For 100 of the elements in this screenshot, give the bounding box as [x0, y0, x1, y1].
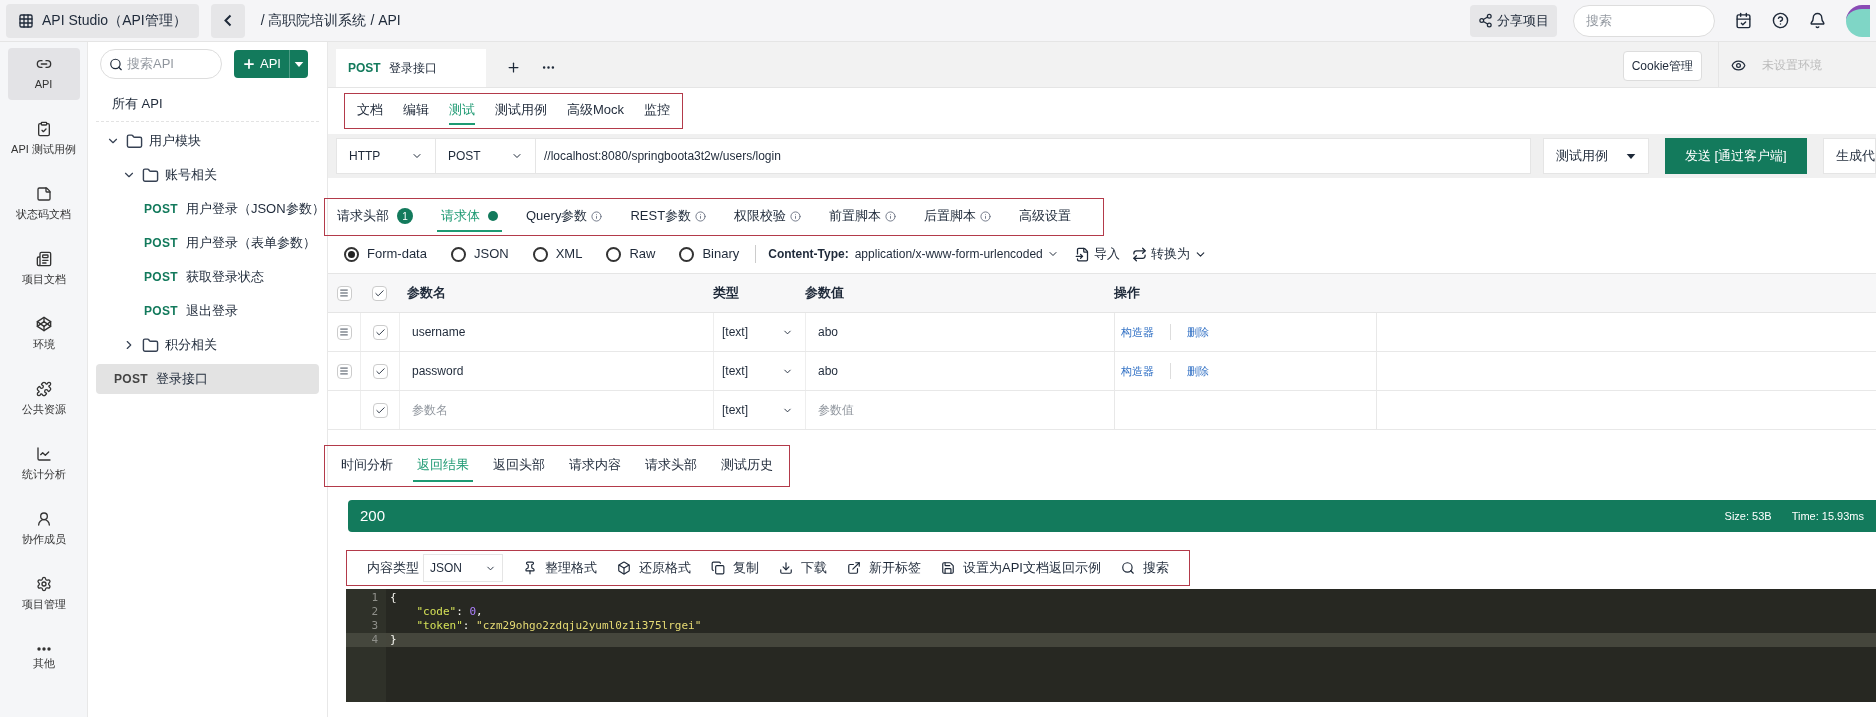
avatar[interactable] — [1846, 4, 1870, 37]
line-number: 1 — [371, 589, 378, 606]
share-project-button[interactable]: 分享项目 — [1470, 4, 1557, 37]
response-tab[interactable]: 返回头部 — [489, 450, 549, 482]
param-name-field[interactable]: 参数名 — [412, 401, 612, 419]
nav-rail-item[interactable]: API 测试用例 — [7, 113, 80, 165]
note-icon — [35, 185, 52, 202]
toolbar-button[interactable]: 复制 — [711, 558, 759, 578]
drag-handle[interactable] — [336, 363, 352, 379]
tree-api-item[interactable]: POST 用户登录（表单参数） — [96, 228, 327, 258]
nav-rail-item[interactable]: 公共资源 — [7, 373, 80, 425]
add-api-button[interactable]: API — [234, 50, 308, 78]
app-switcher-button[interactable]: API Studio（API管理） — [6, 3, 199, 38]
toolbar-button[interactable]: 设置为API文档返回示例 — [941, 558, 1101, 578]
method-label: POST — [144, 201, 178, 218]
body-type-radio[interactable]: JSON — [450, 244, 509, 264]
info-icon — [591, 210, 603, 222]
status-code: 200 — [360, 505, 386, 526]
request-body-tab[interactable]: 请求头部 1 — [333, 202, 417, 232]
row-checkbox[interactable] — [372, 402, 388, 418]
response-tab[interactable]: 测试历史 — [717, 450, 777, 482]
request-body-tab[interactable]: Query参数 — [522, 202, 607, 232]
search-field[interactable]: 搜索 — [1573, 4, 1715, 37]
drag-handle[interactable] — [336, 285, 352, 301]
nav-rail-item[interactable]: API — [7, 48, 80, 100]
table-action-link[interactable]: 删除 — [1170, 323, 1209, 341]
breadcrumb: / 高职院培训系统 / API — [260, 11, 401, 30]
response-tab[interactable]: 请求头部 — [641, 450, 701, 482]
tree-api-item[interactable]: POST 登录接口 — [96, 364, 319, 394]
all-apis-item[interactable]: 所有 API — [112, 93, 163, 114]
table-action-link[interactable]: 构造器 — [1121, 323, 1154, 341]
body-type-radio[interactable]: Raw — [606, 244, 656, 264]
protocol-select[interactable]: HTTP — [336, 138, 436, 174]
body-type-radio[interactable]: Binary — [679, 244, 740, 264]
request-body-tab[interactable]: REST参数 — [626, 202, 711, 232]
request-body-tab[interactable]: 请求体 — [437, 202, 502, 232]
nav-rail-item[interactable]: 项目文档 — [7, 243, 80, 295]
nav-rail-item[interactable]: 协作成员 — [7, 503, 80, 555]
content-type-select[interactable]: application/x-www-form-urlencoded — [854, 245, 1059, 263]
row-checkbox[interactable] — [372, 363, 388, 379]
nav-rail-item[interactable]: 其他 — [7, 633, 80, 685]
sub-tab[interactable]: 文档 — [357, 97, 383, 125]
import-button[interactable]: 导入 — [1074, 244, 1120, 264]
request-body-tab[interactable]: 高级设置 — [1015, 202, 1076, 232]
help-icon[interactable] — [1772, 12, 1789, 29]
plus-icon[interactable] — [506, 60, 521, 75]
nav-rail-item[interactable]: 统计分析 — [7, 438, 80, 490]
body-type-radio[interactable]: Form-data — [344, 244, 427, 264]
test-case-select[interactable]: 测试用例 — [1542, 138, 1649, 174]
save-icon — [941, 561, 955, 575]
drag-handle[interactable] — [336, 324, 352, 340]
tree-folder[interactable]: 用户模块 — [149, 131, 201, 151]
tree-folder[interactable]: 积分相关 — [165, 335, 217, 355]
sub-tab[interactable]: 测试用例 — [495, 97, 547, 125]
row-checkbox[interactable] — [372, 324, 388, 340]
sub-tab[interactable]: 监控 — [644, 97, 671, 125]
puzzle-icon — [35, 380, 52, 397]
param-value-field[interactable]: 参数值 — [818, 401, 1018, 419]
tree-api-item[interactable]: POST 获取登录状态 — [96, 262, 327, 292]
back-button[interactable] — [210, 3, 245, 38]
check-icon — [374, 287, 385, 299]
type-select[interactable]: [text] — [713, 352, 805, 390]
convert-button[interactable]: 转换为 — [1131, 244, 1207, 264]
tree-api-item[interactable]: POST 退出登录 — [96, 296, 327, 326]
request-tab[interactable]: POST 登录接口 — [336, 49, 486, 87]
toolbar-button[interactable]: 新开标签 — [847, 558, 921, 578]
request-body-tab[interactable]: 权限校验 — [730, 202, 806, 232]
tree-folder[interactable]: 账号相关 — [165, 165, 217, 185]
method-select[interactable]: POST — [436, 138, 536, 174]
toolbar-button[interactable]: 下载 — [779, 558, 827, 578]
table-action-link[interactable]: 删除 — [1170, 362, 1209, 380]
url-field[interactable]: //localhost:8080/springboota3t2w/users/login — [536, 138, 1531, 174]
content-type-select[interactable]: JSON — [423, 554, 503, 582]
response-tab[interactable]: 请求内容 — [565, 450, 625, 482]
type-select[interactable]: [text] — [713, 313, 805, 351]
calendar-check-icon[interactable] — [1735, 12, 1752, 29]
toolbar-button[interactable]: 搜索 — [1120, 558, 1169, 578]
send-button[interactable]: 发送 [通过客户端] — [1664, 138, 1807, 174]
nav-rail-item[interactable]: 环境 — [7, 308, 80, 360]
response-tab[interactable]: 时间分析 — [337, 450, 397, 482]
request-body-tab[interactable]: 前置脚本 — [825, 202, 901, 232]
response-tab[interactable]: 返回结果 — [413, 450, 473, 482]
nav-rail-item[interactable]: 状态码文档 — [7, 178, 80, 230]
toolbar-button[interactable]: 还原格式 — [617, 558, 691, 578]
bell-icon[interactable] — [1809, 12, 1826, 29]
toolbar-button[interactable]: 整理格式 — [523, 558, 597, 578]
tree-api-item[interactable]: POST 用户登录（JSON参数） — [96, 194, 327, 224]
sub-tab[interactable]: 测试 — [449, 97, 475, 125]
search-input[interactable]: 搜索API — [127, 54, 213, 74]
table-action-link[interactable]: 构造器 — [1121, 362, 1154, 380]
type-select[interactable]: [text] — [713, 391, 805, 429]
line-number: 4 — [371, 631, 378, 648]
sub-tab[interactable]: 编辑 — [403, 97, 429, 125]
cookie-button[interactable]: Cookie管理 — [1622, 51, 1702, 81]
body-type-radio[interactable]: XML — [532, 244, 583, 264]
sub-tab[interactable]: 高级Mock — [567, 97, 625, 125]
nav-rail-item[interactable]: 项目管理 — [7, 568, 80, 620]
generate-code-button[interactable]: 生成代 — [1823, 138, 1876, 174]
select-all-checkbox[interactable] — [372, 285, 387, 301]
request-body-tab[interactable]: 后置脚本 — [920, 202, 996, 232]
